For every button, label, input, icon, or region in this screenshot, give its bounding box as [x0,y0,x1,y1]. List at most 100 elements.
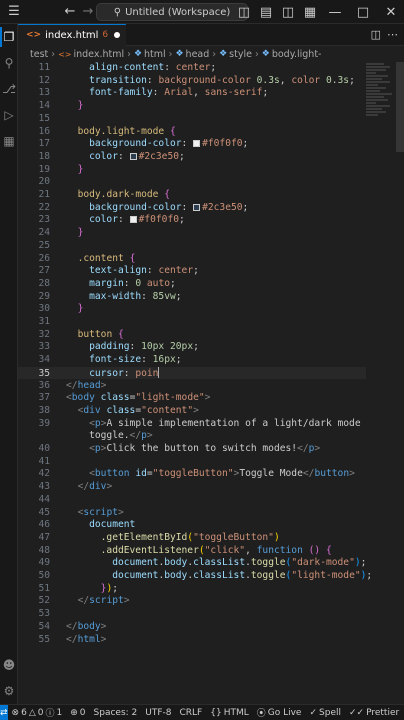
code-line[interactable]: 48 .addEventListener("click", function (… [18,545,366,558]
code-line[interactable]: 55 </html> [18,634,366,647]
code-editor[interactable]: 11 align-content: center; 12 transition: … [18,62,404,704]
code-line[interactable]: 52 </script> [18,595,366,608]
code-line[interactable]: 12 transition: background-color 0.3s, co… [18,75,366,88]
close-icon[interactable]: ✕ [378,2,404,22]
code-text: </div> [66,481,113,494]
code-line[interactable]: 25 [18,240,366,253]
back-arrow-icon[interactable]: ← [60,2,80,22]
color-swatch[interactable] [193,140,201,148]
problems-indicator[interactable]: ⊗ 6 △ 0 ⓘ 1 [8,706,67,720]
breadcrumb-item-folder[interactable]: test [30,49,48,60]
code-line[interactable]: 47 .getElementById("toggleButton") [18,532,366,545]
code-line[interactable]: 40 <p>Click the button to switch modes!<… [18,443,366,456]
go-live-button[interactable]: ⦿ Go Live [253,706,306,720]
code-line[interactable]: 50 document.body.classList.toggle("light… [18,570,372,583]
code-line[interactable]: 36 </head> [18,380,366,393]
code-line[interactable]: 14 } [18,100,366,113]
code-line[interactable]: 28 margin: 0 auto; [18,278,366,291]
code-line[interactable]: 53 [18,608,366,621]
code-line[interactable]: 35 cursor: poin [18,366,366,380]
code-line[interactable]: 45 <script> [18,507,366,520]
indentation-selector[interactable]: Spaces: 2 [90,706,142,719]
command-center-search[interactable]: ⚲ Untitled (Workspace) [96,3,248,21]
spell-button[interactable]: ✓ Spell [305,706,345,719]
code-line[interactable]: 42 <button id="toggleButton">Toggle Mode… [18,468,366,481]
code-line[interactable]: 26 .content { [18,253,366,266]
accounts-icon[interactable]: ☻ [0,652,18,678]
minimap[interactable] [366,62,394,162]
code-line[interactable]: 21 body.dark-mode { [18,189,366,202]
run-debug-icon[interactable]: ▷ [0,102,18,128]
layout-icon[interactable]: ▦ [300,2,320,22]
code-line[interactable]: 32 button { [18,329,366,342]
minimize-icon[interactable]: — [322,2,348,22]
eol-selector[interactable]: CRLF [176,706,207,719]
code-line[interactable]: toggle.</p> [18,430,366,443]
breadcrumb-item-html[interactable]: html [144,49,166,60]
code-line[interactable]: 13 font-family: Arial, sans-serif; [18,87,366,100]
code-token: > [204,392,211,404]
toggle-secondary-sidebar-icon[interactable]: ◫ [278,2,298,22]
code-line[interactable]: 54 </body> [18,621,366,634]
forward-arrow-icon[interactable]: → [78,2,98,22]
toggle-sidebar-icon[interactable]: ◫ [234,2,254,22]
code-line[interactable]: 44 [18,494,366,507]
code-token: .addEventListener [100,544,199,556]
code-line[interactable]: 31 [18,316,366,329]
code-line[interactable]: 38 <div class="content"> [18,405,366,418]
code-line[interactable]: 37 <body class="light-mode"> [18,392,366,405]
maximize-icon[interactable]: □ [350,2,376,22]
toggle-panel-icon[interactable]: ▤ [256,2,276,22]
breadcrumb-item-head[interactable]: head [186,49,210,60]
code-line[interactable]: 33 padding: 10px 20px; [18,341,366,354]
encoding-selector[interactable]: UTF-8 [141,706,175,719]
breadcrumb-item-selector[interactable]: body.light- [272,49,322,60]
line-number: 50 [38,570,50,581]
element-icon: ❖ [219,49,228,59]
code-line[interactable]: 30 } [18,303,366,316]
code-line[interactable]: 17 background-color: #f0f0f0; [18,138,366,151]
code-token: { [164,189,170,200]
code-token: : [146,265,159,277]
extensions-icon[interactable]: ▦ [0,128,18,154]
color-swatch[interactable] [129,152,137,160]
breadcrumb-item-file[interactable]: index.html [73,49,124,60]
color-swatch[interactable] [193,203,201,211]
explorer-icon[interactable]: ❐ [0,24,18,50]
code-line[interactable]: 20 [18,176,366,189]
prettier-button[interactable]: ✓✓ Prettier [345,706,403,719]
code-line[interactable]: 24 } [18,227,366,240]
code-line[interactable]: 41 [18,456,366,469]
code-line[interactable]: 18 color: #2c3e50; [18,151,366,164]
code-line[interactable]: 27 text-align: center; [18,265,366,278]
split-editor-icon[interactable]: ◫ [371,28,381,41]
code-line[interactable]: 16 body.light-mode { [18,126,366,139]
code-line[interactable]: 51 }); [18,583,366,596]
code-line[interactable]: 43 </div> [18,481,366,494]
menu-icon[interactable]: ☰ [4,2,24,22]
remote-indicator-icon[interactable]: ⇄ [0,704,8,720]
code-line[interactable]: 11 align-content: center; [18,62,366,75]
code-line[interactable]: 39 <p>A simple implementation of a light… [18,418,366,431]
code-line[interactable]: 22 background-color: #2c3e50; [18,202,366,215]
title-bar-controls: ◫ ▤ ◫ ▦ — □ ✕ [234,0,404,24]
unsaved-dot-icon[interactable] [114,32,121,38]
code-line[interactable]: 23 color: #f0f0f0; [18,214,366,227]
code-line[interactable]: 49 document.body.classList.toggle("dark-… [18,557,366,570]
color-swatch[interactable] [129,216,137,224]
ports-indicator[interactable]: ⊕ 0 [66,708,89,718]
language-mode-selector[interactable]: {} HTML [206,706,253,719]
search-icon[interactable]: ⚲ [0,50,18,76]
code-line[interactable]: 29 max-width: 85vw; [18,291,366,304]
settings-gear-icon[interactable]: ⚙ [0,678,18,704]
more-actions-icon[interactable]: ⋯ [387,28,398,41]
tab-index-html[interactable]: <> index.html 6 [18,23,127,46]
source-control-icon[interactable]: ⎇ [0,76,18,102]
code-line[interactable]: 46 document [18,519,366,532]
code-line[interactable]: 34 font-size: 16px; [18,354,366,367]
breadcrumb-item-style[interactable]: style [229,49,252,60]
code-line[interactable]: 19 } [18,164,366,177]
code-line[interactable]: 15 [18,113,366,126]
editor-scrollbar[interactable] [396,62,404,152]
